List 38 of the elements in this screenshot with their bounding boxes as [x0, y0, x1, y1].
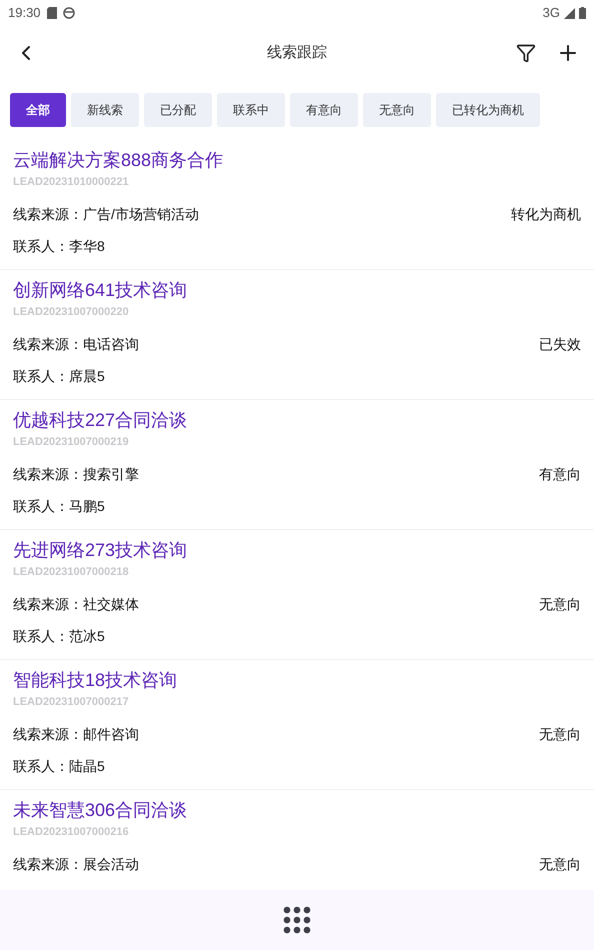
filter-tab[interactable]: 全部 — [10, 93, 66, 127]
lead-title[interactable]: 创新网络641技术咨询 — [13, 278, 581, 302]
signal-icon — [564, 8, 575, 18]
battery-icon — [579, 7, 586, 19]
lead-title[interactable]: 未来智慧306合同洽谈 — [13, 798, 581, 822]
lead-source: 线索来源：广告/市场营销活动 — [13, 204, 199, 224]
lead-status: 无意向 — [539, 594, 581, 614]
filter-tab[interactable]: 联系中 — [217, 93, 285, 127]
filter-tab[interactable]: 新线索 — [71, 93, 139, 127]
lead-source: 线索来源：电话咨询 — [13, 334, 139, 354]
filter-tab[interactable]: 无意向 — [363, 93, 431, 127]
lead-status: 已失效 — [539, 334, 581, 354]
grid-menu-icon[interactable] — [283, 906, 311, 934]
filter-icon[interactable] — [516, 43, 536, 63]
lead-contact: 联系人：马鹏5 — [13, 496, 106, 516]
page-title: 线索跟踪 — [267, 42, 327, 63]
lead-title[interactable]: 优越科技227合同洽谈 — [13, 408, 581, 432]
lead-status: 无意向 — [539, 854, 581, 874]
filter-tab[interactable]: 已分配 — [144, 93, 212, 127]
lead-source: 线索来源：搜索引擎 — [13, 464, 139, 484]
sd-card-icon — [46, 7, 57, 19]
lead-title[interactable]: 先进网络273技术咨询 — [13, 538, 581, 562]
filter-tab[interactable]: 有意向 — [290, 93, 358, 127]
lead-source: 线索来源：邮件咨询 — [13, 724, 139, 744]
lead-status: 无意向 — [539, 724, 581, 744]
lead-contact: 联系人：范冰5 — [13, 626, 106, 646]
status-time: 19:30 — [8, 4, 41, 22]
lead-source: 线索来源：展会活动 — [13, 854, 139, 874]
lead-title[interactable]: 智能科技18技术咨询 — [13, 668, 581, 692]
network-type: 3G — [542, 4, 560, 22]
lead-contact: 联系人：李华8 — [13, 236, 106, 256]
lead-title[interactable]: 云端解决方案888商务合作 — [13, 148, 581, 172]
lead-status: 转化为商机 — [511, 204, 581, 224]
lead-contact: 联系人：席晨5 — [13, 366, 106, 386]
lead-status: 有意向 — [539, 464, 581, 484]
filter-tab[interactable]: 已转化为商机 — [436, 93, 540, 127]
lead-source: 线索来源：社交媒体 — [13, 594, 139, 614]
lead-contact: 联系人：陆晶5 — [13, 756, 106, 776]
